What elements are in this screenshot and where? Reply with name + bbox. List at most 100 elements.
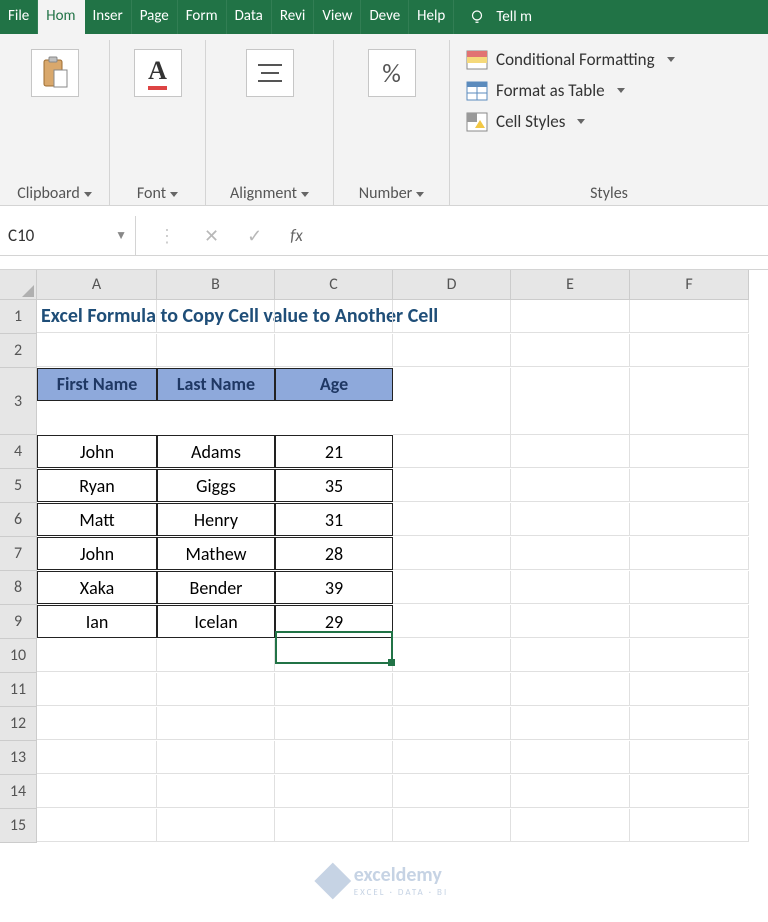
cell[interactable] [393,334,511,367]
alignment-button[interactable] [240,47,300,113]
row-header[interactable]: 8 [0,571,37,605]
row-header[interactable]: 15 [0,809,37,843]
row-header[interactable]: 3 [0,368,37,435]
cell[interactable] [157,707,275,740]
cell-A3-header[interactable]: First Name [37,368,157,401]
cell[interactable] [393,605,511,638]
cell[interactable]: Henry [157,503,275,536]
cell[interactable] [630,673,749,706]
cell[interactable]: Icelan [157,605,275,638]
cell[interactable] [37,809,157,842]
cell[interactable]: Adams [157,435,275,468]
number-button[interactable]: % [362,47,422,113]
cell[interactable] [630,368,749,435]
cell[interactable] [37,639,157,672]
tab-view[interactable]: View [314,0,361,34]
cell[interactable] [511,741,630,774]
row-header[interactable]: 5 [0,469,37,503]
cell[interactable] [157,741,275,774]
cell[interactable] [275,673,393,706]
cell[interactable] [630,571,749,604]
col-header-A[interactable]: A [37,270,157,300]
cell[interactable] [630,809,749,842]
cancel-icon[interactable]: ✕ [204,225,219,247]
row-header[interactable]: 2 [0,334,37,368]
name-box[interactable]: C10 ▼ [0,216,136,255]
cell[interactable] [393,300,511,333]
cell[interactable] [630,741,749,774]
cell-A1[interactable]: Excel Formula to Copy Cell value to Anot… [37,300,157,333]
cell[interactable] [511,503,630,536]
chevron-down-icon[interactable] [301,192,309,197]
cell[interactable] [393,503,511,536]
row-header[interactable]: 4 [0,435,37,469]
chevron-down-icon[interactable] [416,192,424,197]
cell[interactable]: 35 [275,469,393,502]
tab-help[interactable]: Help [409,0,454,34]
col-header-B[interactable]: B [157,270,275,300]
cell[interactable]: Ryan [37,469,157,502]
cell[interactable] [630,435,749,468]
cell[interactable] [630,537,749,570]
row-header[interactable]: 13 [0,741,37,775]
cell[interactable] [511,368,630,435]
row-header[interactable]: 12 [0,707,37,741]
cell[interactable] [630,334,749,367]
cell[interactable] [511,300,630,333]
cell[interactable] [157,673,275,706]
cell[interactable] [393,741,511,774]
row-header[interactable]: 1 [0,300,37,334]
cell[interactable]: Mathew [157,537,275,570]
col-header-D[interactable]: D [393,270,511,300]
tab-file[interactable]: File [0,0,38,34]
cell[interactable]: Giggs [157,469,275,502]
tab-insert[interactable]: Inser [85,0,132,34]
cell[interactable] [393,673,511,706]
cell[interactable] [511,639,630,672]
cell[interactable]: Ian [37,605,157,638]
cell[interactable] [630,503,749,536]
cell[interactable] [393,537,511,570]
cell[interactable] [37,741,157,774]
tell-me-search[interactable]: Tell m [454,0,532,34]
cell[interactable] [157,334,275,367]
select-all-corner[interactable] [0,270,37,300]
cell[interactable] [157,809,275,842]
cell[interactable]: 28 [275,537,393,570]
tab-page-layout[interactable]: Page [132,0,178,34]
cell[interactable] [275,775,393,808]
cell[interactable]: 31 [275,503,393,536]
cell[interactable] [511,469,630,502]
cell[interactable] [393,368,511,435]
cell[interactable]: Bender [157,571,275,604]
cell[interactable] [37,673,157,706]
cell[interactable] [157,300,275,333]
cell[interactable]: John [37,537,157,570]
cell[interactable] [511,809,630,842]
row-header[interactable]: 7 [0,537,37,571]
cell[interactable] [511,775,630,808]
row-header[interactable]: 9 [0,605,37,639]
cell[interactable] [157,775,275,808]
cell[interactable] [393,707,511,740]
cell[interactable] [511,707,630,740]
cell[interactable] [630,639,749,672]
cell[interactable] [511,605,630,638]
cell[interactable] [511,571,630,604]
cell[interactable]: Xaka [37,571,157,604]
tab-home[interactable]: Hom [38,0,84,34]
cell[interactable] [275,741,393,774]
row-header[interactable]: 10 [0,639,37,673]
cell[interactable] [511,435,630,468]
tab-data[interactable]: Data [227,0,272,34]
cell[interactable] [275,300,393,333]
row-header[interactable]: 11 [0,673,37,707]
cell[interactable] [275,809,393,842]
cell[interactable] [630,300,749,333]
cell[interactable] [393,435,511,468]
format-as-table-button[interactable]: Format as Table [466,80,675,101]
chevron-down-icon[interactable] [170,192,178,197]
tab-formulas[interactable]: Form [178,0,227,34]
cell-styles-button[interactable]: Cell Styles [466,111,675,132]
row-header[interactable]: 14 [0,775,37,809]
